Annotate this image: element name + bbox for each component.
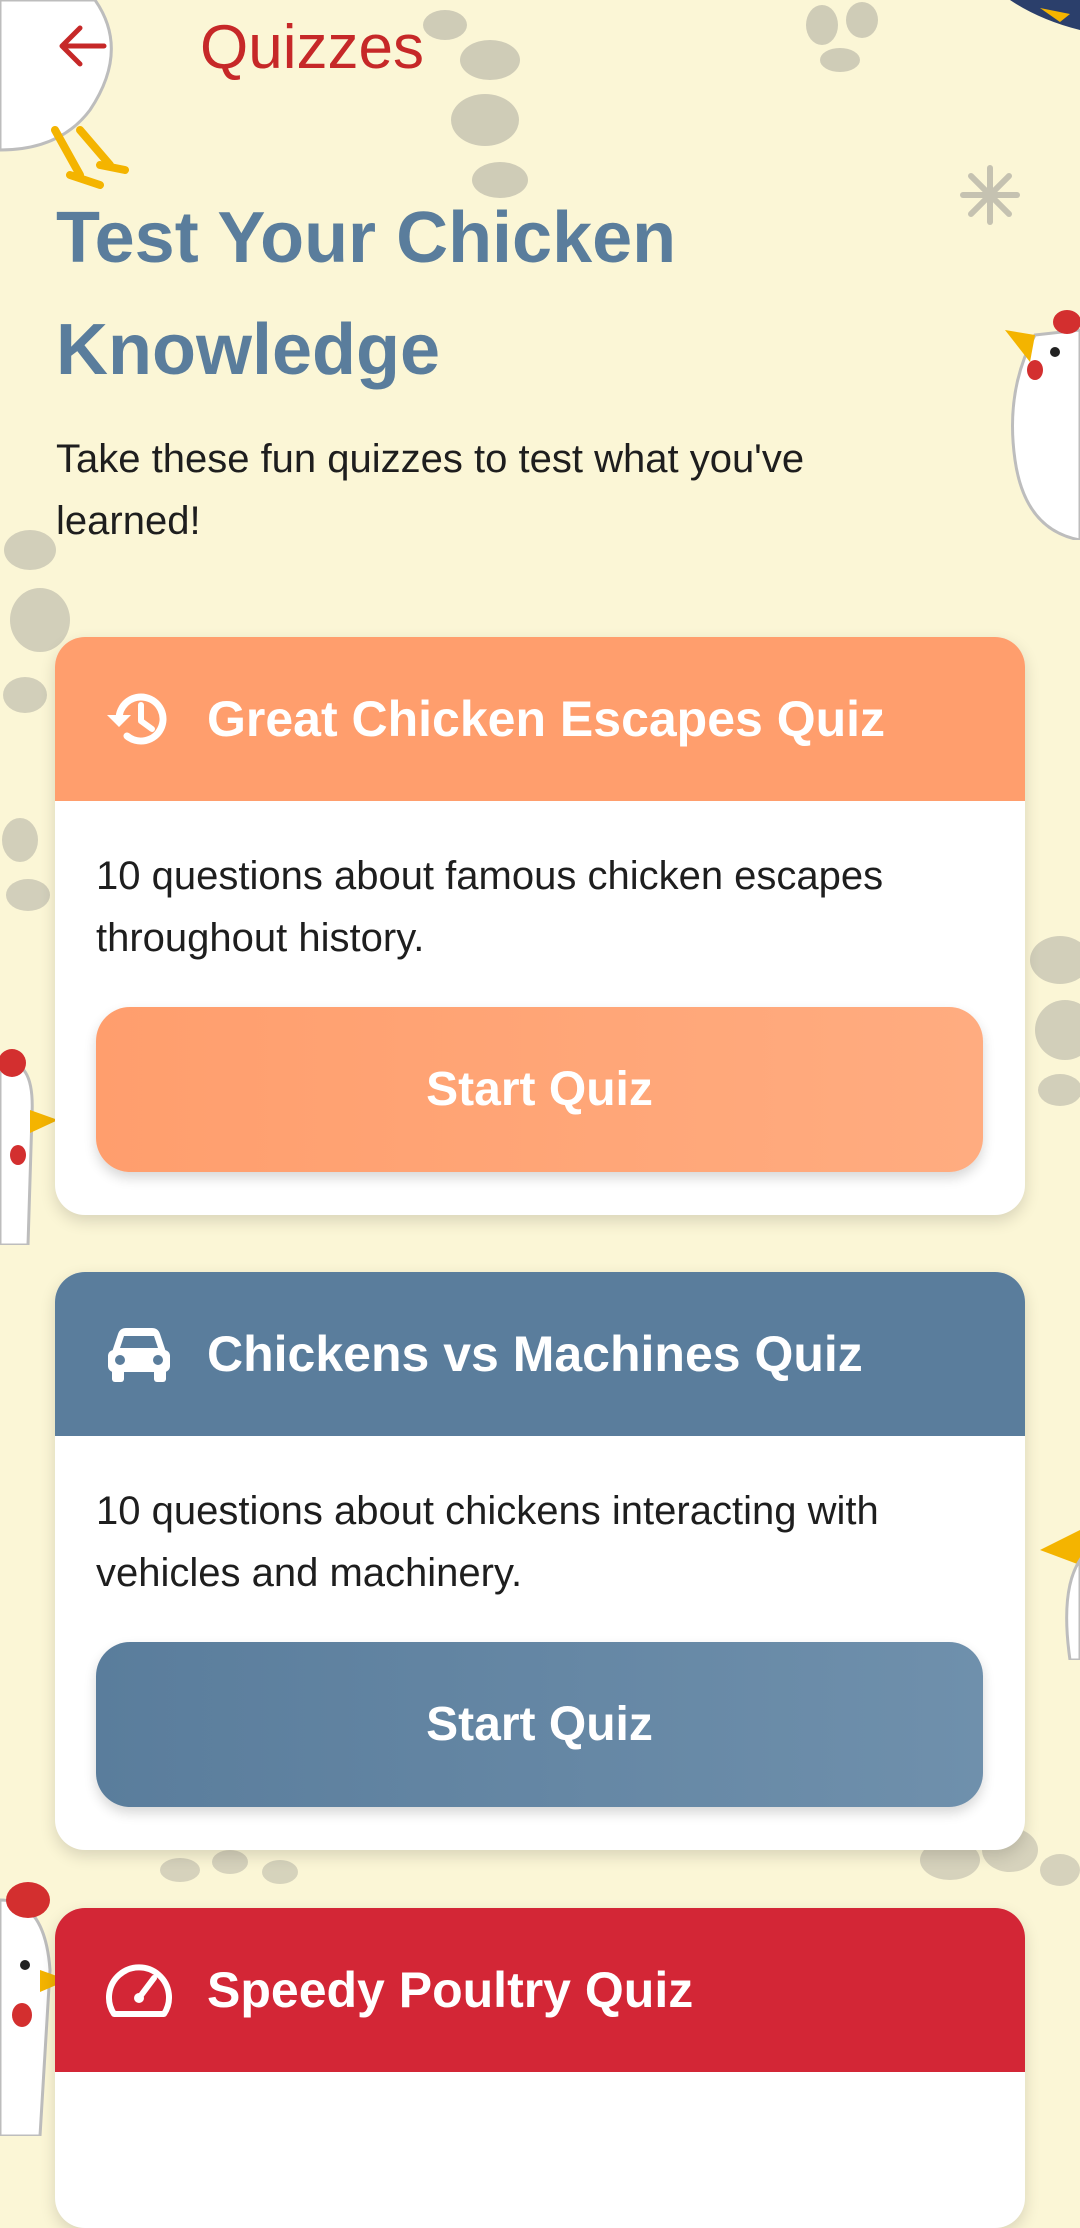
- footprint-decoration: [1030, 936, 1080, 1106]
- quiz-card-great-chicken-escapes: Great Chicken Escapes Quiz 10 questions …: [55, 637, 1025, 1215]
- start-quiz-button[interactable]: Start Quiz: [96, 1642, 983, 1807]
- quiz-description: 10 questions about famous chicken escape…: [96, 854, 884, 960]
- page-subtitle: Take these fun quizzes to test what you'…: [56, 437, 805, 543]
- back-button[interactable]: [52, 16, 112, 76]
- chicken-illustration: [0, 1049, 58, 1245]
- paw-print-decoration: [2, 818, 50, 911]
- quiz-title: Chickens vs Machines Quiz: [207, 1326, 863, 1382]
- page-title: Test Your Chicken Knowledge: [56, 198, 677, 390]
- speedometer-icon: [99, 1950, 179, 2030]
- chicken-illustration: [1040, 1530, 1080, 1660]
- sparkle-decoration: [960, 165, 1020, 225]
- car-icon: [99, 1314, 179, 1394]
- app-bar-title: Quizzes: [200, 13, 424, 82]
- quiz-card-speedy-poultry: Speedy Poultry Quiz: [55, 1908, 1025, 2228]
- app-bar: Quizzes: [0, 0, 1080, 100]
- quiz-card-header: Chickens vs Machines Quiz: [55, 1272, 1025, 1436]
- history-icon: [99, 679, 179, 759]
- quiz-title: Great Chicken Escapes Quiz: [207, 691, 886, 747]
- quiz-card-chickens-vs-machines: Chickens vs Machines Quiz 10 questions a…: [55, 1272, 1025, 1850]
- chicken-illustration: [1005, 310, 1080, 540]
- arrow-left-icon: [59, 25, 107, 67]
- quiz-card-header: Great Chicken Escapes Quiz: [55, 637, 1025, 801]
- quiz-description: 10 questions about chickens interacting …: [96, 1489, 879, 1595]
- quiz-title: Speedy Poultry Quiz: [207, 1962, 694, 2018]
- start-quiz-button[interactable]: Start Quiz: [96, 1007, 983, 1172]
- quiz-card-header: Speedy Poultry Quiz: [55, 1908, 1025, 2072]
